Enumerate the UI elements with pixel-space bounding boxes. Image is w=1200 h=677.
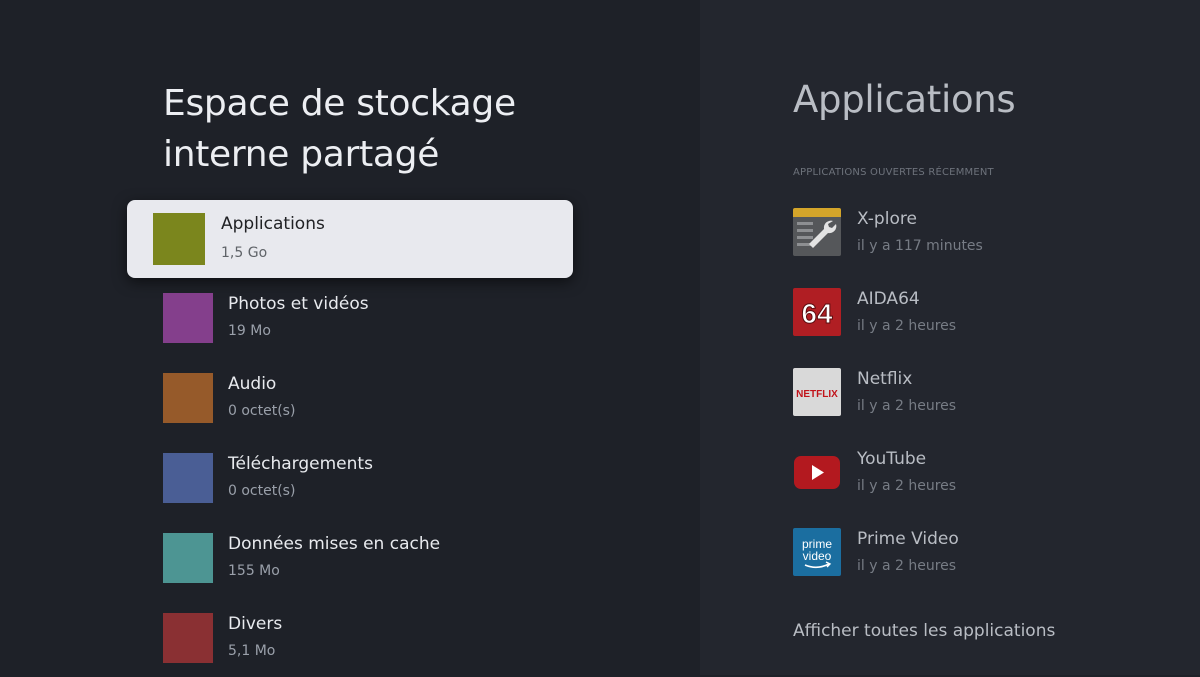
app-name: Prime Video [857, 529, 959, 549]
storage-item-size: 1,5 Go [221, 245, 268, 261]
storage-item-size: 0 octet(s) [228, 403, 296, 419]
netflix-icon: NETFLIX [793, 368, 841, 416]
aida64-icon-text: 64 [801, 298, 833, 329]
storage-item-label: Divers [228, 614, 283, 634]
storage-item-size: 155 Mo [228, 563, 280, 579]
storage-item-size: 19 Mo [228, 323, 271, 339]
app-name: Netflix [857, 369, 913, 389]
aida64-icon: 64 [793, 288, 841, 336]
storage-item-label: Photos et vidéos [228, 294, 369, 314]
storage-item-applications[interactable]: Applications 1,5 Go [127, 200, 573, 278]
xplore-icon [793, 208, 841, 256]
storage-item-label: Données mises en cache [228, 534, 441, 554]
prime-video-icon-text-2: video [803, 549, 832, 563]
storage-pane: Espace de stockage interne partagé Appli… [0, 0, 700, 675]
storage-item-photos-videos[interactable]: Photos et vidéos 19 Mo [163, 279, 573, 357]
app-name: AIDA64 [857, 289, 920, 309]
see-all-apps-button[interactable]: Afficher toutes les applications [793, 621, 1055, 641]
storage-item-label: Téléchargements [228, 454, 373, 474]
apps-panel: Applications APPLICATIONS OUVERTES RÉCEM… [700, 0, 1200, 675]
color-swatch [163, 293, 213, 343]
recent-app-aida64[interactable]: 64 AIDA64 il y a 2 heures [793, 288, 1173, 348]
apps-panel-title: Applications [793, 78, 1016, 121]
recent-app-netflix[interactable]: NETFLIX Netflix il y a 2 heures [793, 368, 1173, 428]
netflix-icon-text: NETFLIX [796, 389, 838, 400]
color-swatch [163, 533, 213, 583]
app-name: YouTube [857, 449, 927, 469]
youtube-icon [793, 448, 841, 496]
storage-item-misc[interactable]: Divers 5,1 Mo [163, 599, 573, 677]
color-swatch [163, 373, 213, 423]
recent-app-prime-video[interactable]: prime video Prime Video il y a 2 heures [793, 528, 1173, 588]
color-swatch [163, 453, 213, 503]
app-last-opened: il y a 117 minutes [857, 238, 983, 254]
app-last-opened: il y a 2 heures [857, 318, 957, 334]
recent-apps-subheader: APPLICATIONS OUVERTES RÉCEMMENT [793, 167, 994, 178]
prime-video-icon: prime video [793, 528, 841, 576]
storage-item-audio[interactable]: Audio 0 octet(s) [163, 359, 573, 437]
app-last-opened: il y a 2 heures [857, 558, 957, 574]
app-last-opened: il y a 2 heures [857, 398, 957, 414]
color-swatch [153, 213, 205, 265]
storage-item-label: Audio [228, 374, 277, 394]
storage-item-downloads[interactable]: Téléchargements 0 octet(s) [163, 439, 573, 517]
page-title: Espace de stockage interne partagé [163, 83, 516, 175]
storage-item-label: Applications [221, 214, 325, 234]
app-last-opened: il y a 2 heures [857, 478, 957, 494]
storage-item-size: 5,1 Mo [228, 643, 276, 659]
app-name: X-plore [857, 209, 917, 229]
recent-app-xplore[interactable]: X-plore il y a 117 minutes [793, 208, 1173, 268]
storage-item-cached-data[interactable]: Données mises en cache 155 Mo [163, 519, 573, 597]
recent-app-youtube[interactable]: YouTube il y a 2 heures [793, 448, 1173, 508]
storage-item-size: 0 octet(s) [228, 483, 296, 499]
color-swatch [163, 613, 213, 663]
